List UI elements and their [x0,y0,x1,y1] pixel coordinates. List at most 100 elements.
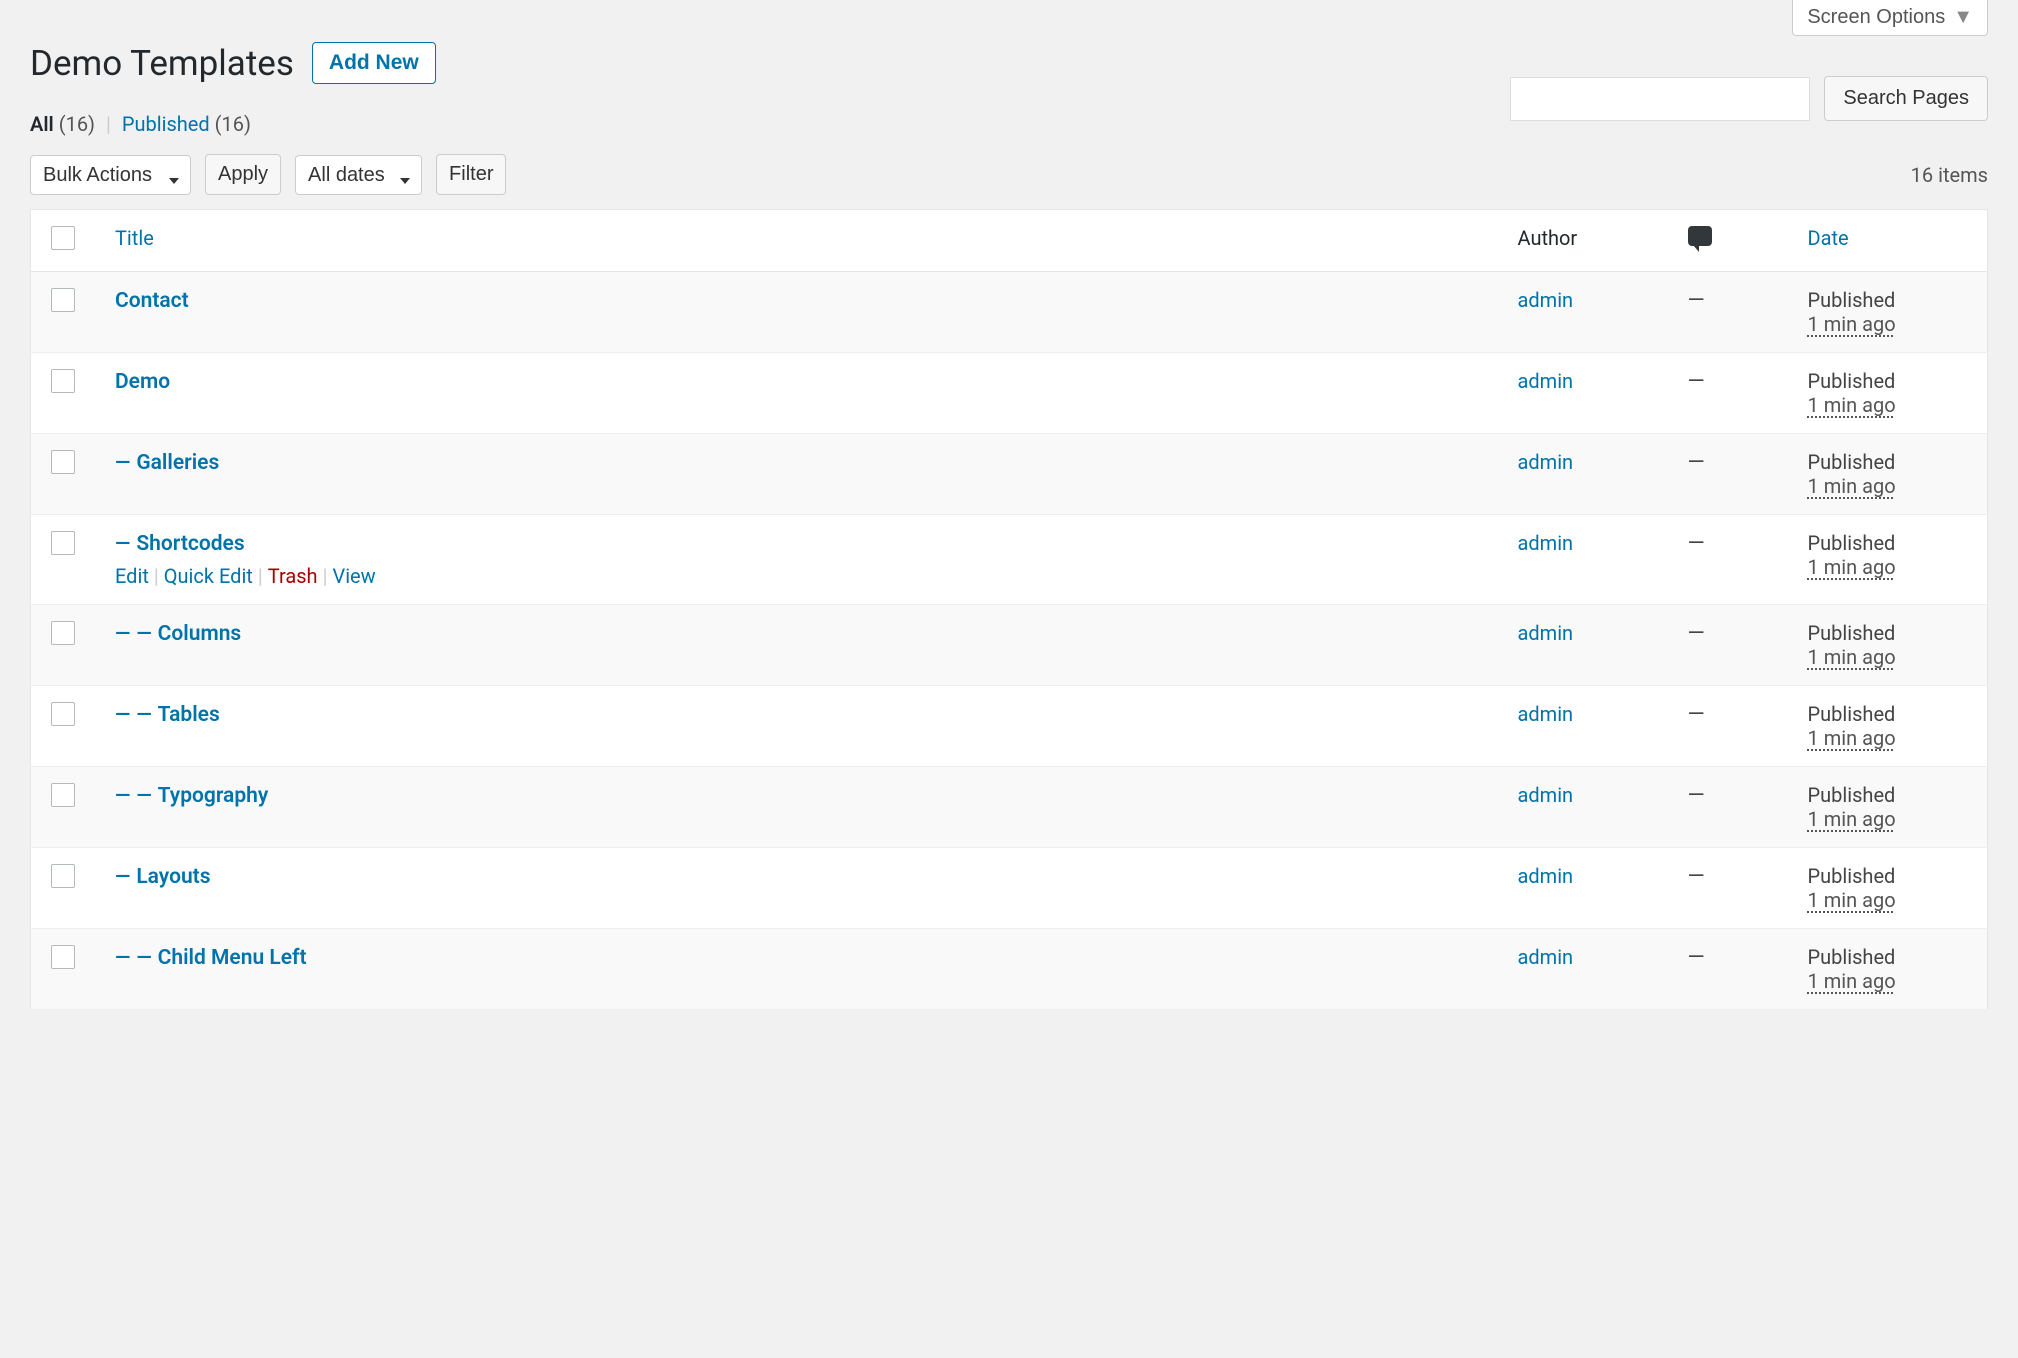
row-checkbox[interactable] [51,369,75,393]
publish-time: 1 min ago [1808,888,1968,912]
table-row: —Galleriesadmin—Published1 min ago [31,434,1988,515]
author-link[interactable]: admin [1518,945,1574,969]
table-row: —Layoutsadmin—Published1 min ago [31,848,1988,929]
indent-dash: — [115,450,130,474]
page-title: Demo Templates [30,43,294,84]
comments-count: — [1688,945,1705,970]
indent-dash: — [115,621,130,645]
comment-icon [1688,226,1712,246]
table-row: ——Columnsadmin—Published1 min ago [31,605,1988,686]
col-date[interactable]: Date [1788,210,1988,272]
indent-dash: — [136,621,151,645]
author-link[interactable]: admin [1518,621,1574,645]
comments-count: — [1688,288,1705,313]
filter-published[interactable]: Published [122,112,215,136]
author-link[interactable]: admin [1518,288,1574,312]
publish-status: Published [1808,369,1968,393]
row-checkbox[interactable] [51,864,75,888]
indent-dash: — [115,531,130,555]
publish-time: 1 min ago [1808,726,1968,750]
row-title-link[interactable]: Tables [158,703,220,727]
bulk-actions-select[interactable]: Bulk Actions [30,155,191,195]
indent-dash: — [136,702,151,726]
author-link[interactable]: admin [1518,864,1574,888]
date-filter-select[interactable]: All dates [295,155,422,195]
row-checkbox[interactable] [51,783,75,807]
publish-time: 1 min ago [1808,393,1968,417]
col-comments[interactable] [1668,210,1788,272]
items-count: 16 items [1911,163,1988,187]
table-row: Demo admin — Published1 min ago [31,353,1988,434]
publish-status: Published [1808,945,1968,969]
indent-dash: — [115,945,130,969]
row-title-link[interactable]: Contact [115,289,189,313]
publish-time: 1 min ago [1808,969,1968,993]
row-checkbox[interactable] [51,531,75,555]
comments-count: — [1688,531,1705,556]
row-actions: Edit|Quick Edit|Trash|View [115,564,1478,588]
table-row: ——Typographyadmin—Published1 min ago [31,767,1988,848]
publish-status: Published [1808,864,1968,888]
row-title-link[interactable]: Child Menu Left [158,946,307,970]
indent-dash: — [115,864,130,888]
publish-time: 1 min ago [1808,312,1968,336]
action-quick-edit[interactable]: Quick Edit [164,564,253,588]
action-view[interactable]: View [332,564,375,588]
pages-table: Title Author Date Contact admin — Published… [30,209,1988,1010]
col-author: Author [1498,210,1668,272]
apply-button[interactable]: Apply [205,154,281,195]
table-row: ——Tablesadmin—Published1 min ago [31,686,1988,767]
publish-time: 1 min ago [1808,807,1968,831]
row-title-link[interactable]: Columns [158,622,242,646]
search-input[interactable] [1510,77,1810,121]
row-title-link[interactable]: Shortcodes [136,532,244,556]
row-checkbox[interactable] [51,702,75,726]
screen-options-label: Screen Options [1807,6,1945,29]
row-checkbox[interactable] [51,945,75,969]
filter-all[interactable]: All [30,112,59,136]
publish-status: Published [1808,450,1968,474]
select-all-checkbox[interactable] [51,226,75,250]
comments-count: — [1688,864,1705,889]
row-checkbox[interactable] [51,288,75,312]
row-checkbox[interactable] [51,621,75,645]
publish-status: Published [1808,621,1968,645]
comments-count: — [1688,369,1705,394]
indent-dash: — [136,945,151,969]
publish-status: Published [1808,702,1968,726]
comments-count: — [1688,621,1705,646]
row-title-link[interactable]: Layouts [136,865,210,889]
table-row: ——Child Menu Leftadmin—Published1 min ag… [31,929,1988,1010]
search-button[interactable]: Search Pages [1824,76,1988,121]
row-title-link[interactable]: Galleries [136,451,219,475]
publish-status: Published [1808,288,1968,312]
action-edit[interactable]: Edit [115,564,149,588]
filter-button[interactable]: Filter [436,154,506,195]
author-link[interactable]: admin [1518,531,1574,555]
comments-count: — [1688,783,1705,808]
comments-count: — [1688,702,1705,727]
chevron-down-icon: ▼ [1953,6,1973,29]
screen-options-toggle[interactable]: Screen Options ▼ [1792,0,1988,36]
publish-time: 1 min ago [1808,645,1968,669]
author-link[interactable]: admin [1518,783,1574,807]
indent-dash: — [115,783,130,807]
row-title-link[interactable]: Demo [115,370,170,394]
add-new-button[interactable]: Add New [312,42,436,84]
author-link[interactable]: admin [1518,369,1574,393]
publish-time: 1 min ago [1808,474,1968,498]
publish-time: 1 min ago [1808,555,1968,579]
publish-status: Published [1808,531,1968,555]
table-row: Contact admin — Published1 min ago [31,272,1988,353]
indent-dash: — [115,702,130,726]
indent-dash: — [136,783,151,807]
action-trash[interactable]: Trash [268,564,318,588]
col-title[interactable]: Title [95,210,1498,272]
publish-status: Published [1808,783,1968,807]
table-row: —ShortcodesEdit|Quick Edit|Trash|Viewadm… [31,515,1988,605]
author-link[interactable]: admin [1518,702,1574,726]
author-link[interactable]: admin [1518,450,1574,474]
row-title-link[interactable]: Typography [158,784,269,808]
row-checkbox[interactable] [51,450,75,474]
comments-count: — [1688,450,1705,475]
